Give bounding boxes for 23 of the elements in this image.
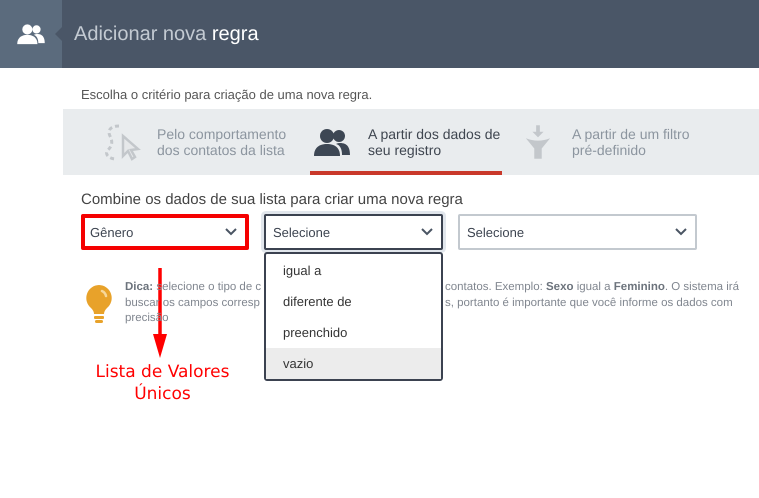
annotation-text: Lista de Valores Únicos — [94, 361, 230, 405]
criteria-tab[interactable]: A partir dos dados de seu registro — [310, 109, 502, 175]
dropdown-option[interactable]: diferente de — [266, 286, 441, 317]
funnel-icon — [524, 122, 552, 162]
tip-text: contatos. Exemplo: Sexo igual a Feminino. O sistema irá — [445, 280, 740, 295]
tip-text: s, portanto é importante que você informe os dados com — [445, 296, 734, 310]
dropdown-option[interactable]: vazio — [266, 348, 441, 379]
select-field[interactable]: Selecione — [458, 214, 697, 250]
chevron-down-icon — [421, 228, 433, 236]
tab-label: A partir de um filtro pré-definido — [572, 126, 690, 158]
dropdown-option[interactable]: preenchido — [266, 317, 441, 348]
select-field[interactable]: Gênero — [81, 214, 249, 250]
window-title: Adicionar nova regra — [74, 22, 259, 46]
users-icon — [17, 23, 45, 45]
chevron-down-icon — [675, 228, 687, 236]
chevron-down-icon — [225, 228, 237, 236]
section-label: Combine os dados de sua lista para criar uma nova regra — [81, 191, 464, 209]
intro-text: Escolha o critério para criação de uma nova regra. — [81, 87, 374, 103]
lightbulb-icon — [85, 284, 113, 324]
select-field[interactable]: Selecione — [264, 214, 443, 250]
tab-label: Pelo comportamento dos contatos da lista — [157, 126, 286, 158]
tab-label: A partir dos dados de seu registro — [368, 126, 500, 158]
dropdown-option[interactable]: igual a — [266, 255, 441, 286]
